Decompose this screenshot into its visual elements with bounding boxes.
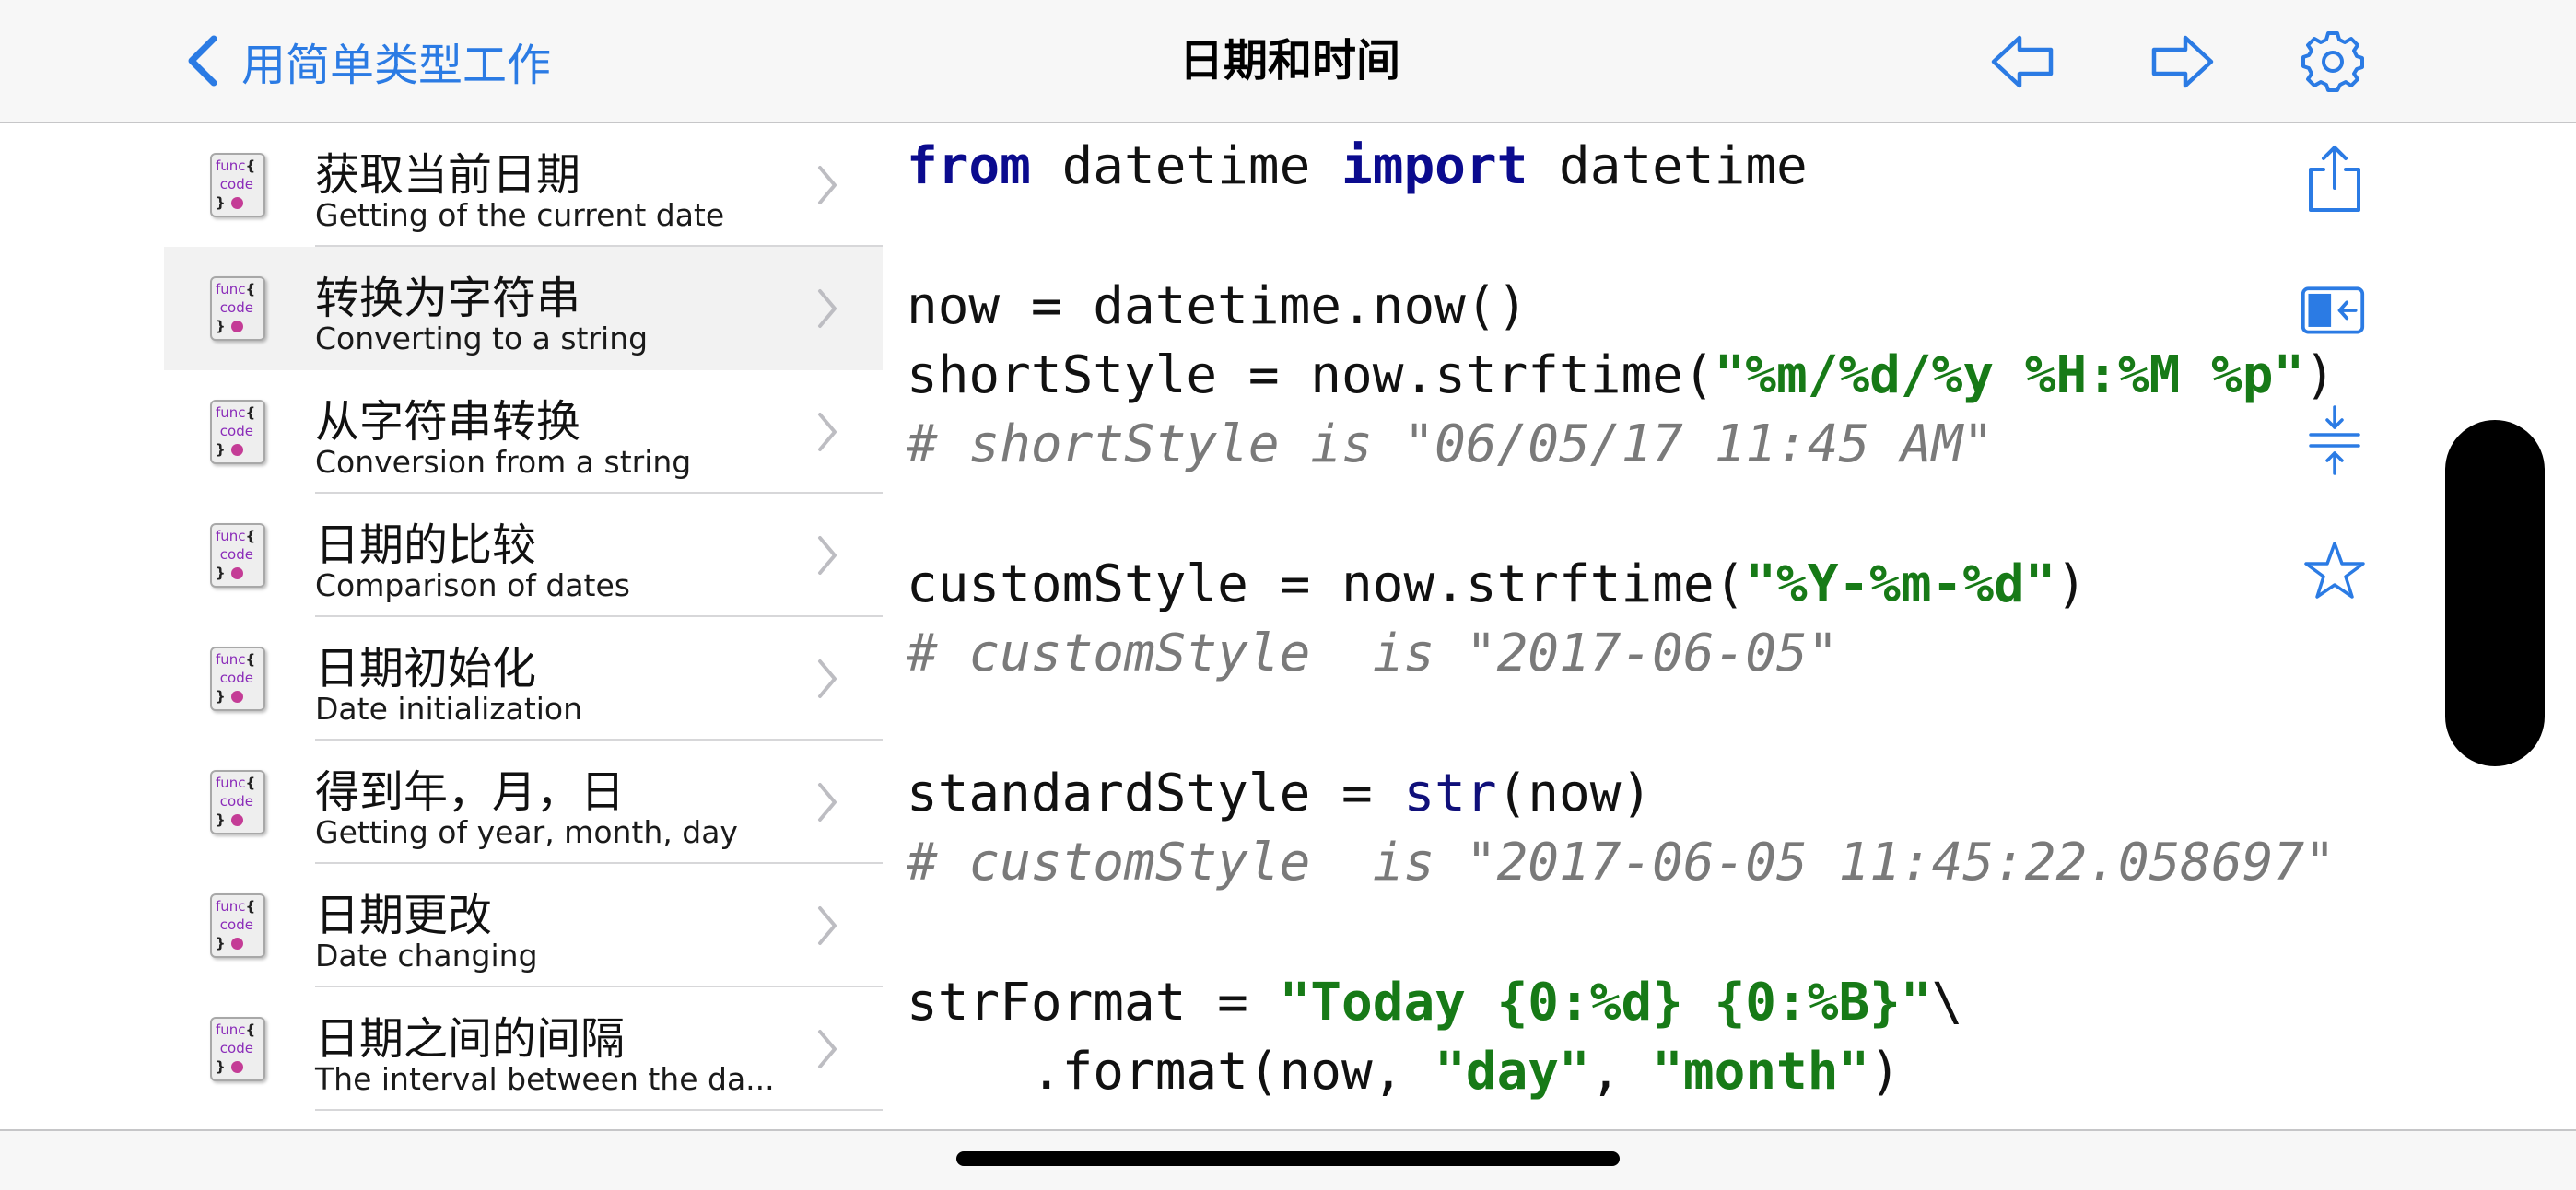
chevron-right-icon — [818, 659, 837, 698]
list-item-subtitle: Conversion from a string — [315, 444, 692, 480]
list-item-subtitle: The interval between the da... — [315, 1061, 775, 1097]
func-code-icon: func{ code } — [210, 523, 265, 588]
func-code-icon: func{ code } — [210, 153, 265, 217]
code-line-10: .format(now, "day", "month") — [907, 1042, 1901, 1102]
code-line-3: shortStyle = now.strftime("%m/%d/%y %H:%… — [907, 345, 2336, 405]
chevron-right-icon — [818, 289, 837, 328]
code-line-9: strFormat = "Today {0:%d} {0:%B}"\ — [907, 973, 1963, 1032]
list-item-subtitle: Comparison of dates — [315, 567, 630, 603]
chevron-right-icon — [818, 783, 837, 822]
list-item-subtitle: Converting to a string — [315, 321, 649, 356]
list-item-title: 日期更改 — [315, 890, 493, 941]
list-item-title: 转换为字符串 — [315, 273, 581, 324]
back-button-label: 用简单类型工作 — [241, 40, 552, 91]
list-item-compare-dates[interactable]: func{ code } 日期的比较 Comparison of dates — [164, 494, 883, 617]
func-code-icon: func{ code } — [210, 893, 265, 958]
code-line-2: now = datetime.now() — [907, 276, 1528, 336]
share-icon[interactable] — [2301, 142, 2368, 216]
chevron-right-icon — [818, 166, 837, 204]
func-code-icon: func{ code } — [210, 647, 265, 711]
list-item-date-interval[interactable]: func{ code } 日期之间的间隔 The interval betwee… — [164, 987, 883, 1111]
back-button[interactable]: 用简单类型工作 — [184, 28, 551, 94]
divider — [315, 1109, 883, 1111]
star-icon[interactable] — [2301, 534, 2368, 608]
list-item-subtitle: Getting of year, month, day — [315, 814, 738, 850]
fold-lines-icon[interactable] — [2301, 403, 2368, 477]
code-line-7: standardStyle = str(now) — [907, 764, 1653, 823]
func-code-icon: func{ code } — [210, 770, 265, 834]
arrow-right-icon[interactable] — [2147, 29, 2217, 94]
chevron-left-icon — [188, 35, 217, 87]
code-comment-1: # shortStyle is "06/05/17 11:45 AM" — [907, 414, 1995, 474]
list-item-title: 从字符串转换 — [315, 396, 581, 448]
list-item-subtitle: Getting of the current date — [315, 197, 725, 233]
navigation-bar: 用简单类型工作 日期和时间 — [0, 0, 2576, 123]
func-code-icon: func{ code } — [210, 400, 265, 464]
list-item-title: 得到年，月，日 — [315, 766, 626, 818]
code-line-1: from datetime import datetime — [907, 136, 1808, 196]
list-item-title: 获取当前日期 — [315, 149, 581, 201]
func-code-icon: func{ code } — [210, 276, 265, 341]
scroll-handle[interactable] — [2445, 420, 2545, 766]
chevron-right-icon — [818, 413, 837, 451]
list-item-subtitle: Date changing — [315, 938, 538, 974]
list-item-title: 日期之间的间隔 — [315, 1013, 626, 1065]
page-title: 日期和时间 — [1178, 35, 1400, 87]
list-item-current-date[interactable]: func{ code } 获取当前日期 Getting of the curre… — [164, 123, 883, 247]
list-item-title: 日期初始化 — [315, 643, 537, 694]
chevron-right-icon — [818, 906, 837, 945]
gear-icon[interactable] — [2298, 29, 2368, 94]
list-item-to-string[interactable]: func{ code } 转换为字符串 Converting to a stri… — [164, 247, 883, 370]
code-view[interactable]: from datetime import datetime now = date… — [907, 127, 2454, 1129]
code-comment-3: # customStyle is "2017-06-05 11:45:22.05… — [907, 833, 2336, 892]
arrow-left-icon[interactable] — [1988, 29, 2058, 94]
list-item-year-month-day[interactable]: func{ code } 得到年，月，日 Getting of year, mo… — [164, 741, 883, 864]
code-comment-2: # customStyle is "2017-06-05" — [907, 624, 1839, 683]
list-item-date-changing[interactable]: func{ code } 日期更改 Date changing — [164, 864, 883, 987]
topic-list: func{ code } 获取当前日期 Getting of the curre… — [164, 123, 883, 1129]
list-item-from-string[interactable]: func{ code } 从字符串转换 Conversion from a st… — [164, 370, 883, 494]
collapse-panel-icon[interactable] — [2300, 273, 2366, 346]
chevron-right-icon — [818, 1030, 837, 1068]
list-item-date-init[interactable]: func{ code } 日期初始化 Date initialization — [164, 617, 883, 741]
func-code-icon: func{ code } — [210, 1017, 265, 1081]
chevron-right-icon — [818, 536, 837, 575]
code-line-5: customStyle = now.strftime("%Y-%m-%d") — [907, 554, 2088, 614]
list-item-title: 日期的比较 — [315, 519, 537, 571]
list-item-subtitle: Date initialization — [315, 691, 583, 727]
home-indicator[interactable] — [956, 1151, 1620, 1166]
